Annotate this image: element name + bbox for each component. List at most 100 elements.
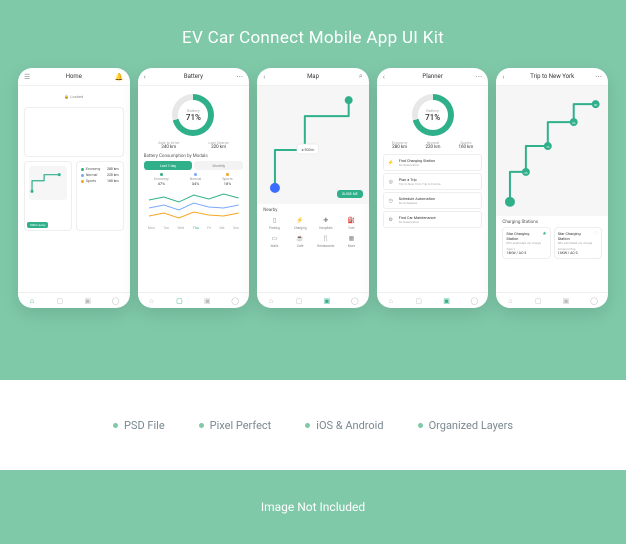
map-view[interactable]: ◂ 500m GUIDE ME bbox=[257, 86, 369, 204]
range-last7-pill[interactable]: Last 7 day bbox=[144, 161, 193, 170]
bottom-nav: ⌂ ▢ ▣ ◯ bbox=[377, 292, 489, 308]
stat-value: 280 km bbox=[392, 145, 408, 150]
battery-donut-chart: Battery 71% bbox=[172, 94, 214, 136]
nearby-parking[interactable]: ▯Parking bbox=[263, 215, 286, 230]
screen-title: Trip to New York bbox=[530, 73, 574, 80]
back-icon[interactable]: ‹ bbox=[144, 73, 146, 81]
heart-icon[interactable]: ♡ bbox=[594, 231, 598, 237]
nearby-fuel[interactable]: ⛽Fuel bbox=[340, 215, 363, 230]
stat-value: 160 km bbox=[458, 145, 473, 150]
nearby-cafe[interactable]: ☕Cafe bbox=[289, 233, 312, 248]
planner-item-schedule[interactable]: ◷Schedule AutomationNo Schedules bbox=[383, 192, 483, 209]
stat-value: 220 km bbox=[425, 145, 440, 150]
nav-battery-icon[interactable]: ▢ bbox=[174, 296, 184, 306]
nav-profile-icon[interactable]: ◯ bbox=[469, 296, 479, 306]
section-title: Battery Consumption by Modals bbox=[144, 154, 244, 159]
screen-header: ☰ Home 🔔 bbox=[18, 68, 130, 86]
charging-station-card[interactable]: ★ Star Charging Station 88% estimated ca… bbox=[502, 227, 550, 259]
nav-map-icon[interactable]: ▣ bbox=[322, 296, 332, 306]
planner-item-maintenance[interactable]: ⚙Find Car MaintenanceNo Reservation bbox=[383, 211, 483, 228]
bullet-icon bbox=[199, 423, 204, 428]
bullet-icon bbox=[305, 423, 310, 428]
back-icon[interactable]: ‹ bbox=[263, 73, 265, 81]
bullet-icon bbox=[418, 423, 423, 428]
bottom-nav: ⌂ ▢ ▣ ◯ bbox=[18, 292, 130, 308]
consumption-line-chart bbox=[144, 188, 244, 224]
screen-home: ☰ Home 🔔 🔒 Locked bbox=[18, 68, 130, 308]
nearby-hospitals[interactable]: ✚Hospitals bbox=[315, 215, 338, 230]
fuel-icon: ⛽ bbox=[346, 215, 356, 225]
screen-title: Home bbox=[66, 73, 82, 80]
nav-home-icon[interactable]: ⌂ bbox=[27, 296, 37, 306]
lock-status[interactable]: 🔒 Locked bbox=[24, 90, 124, 103]
section-title: Nearby bbox=[263, 208, 363, 213]
nav-profile-icon[interactable]: ◯ bbox=[589, 296, 599, 306]
nav-profile-icon[interactable]: ◯ bbox=[111, 296, 121, 306]
svg-text:2h: 2h bbox=[594, 103, 598, 107]
hospital-icon: ✚ bbox=[321, 215, 331, 225]
charging-icon: ⚡ bbox=[387, 159, 395, 167]
planner-item-charging[interactable]: ⚡Find Charging StationNo Reservation bbox=[383, 154, 483, 171]
stat-value: 340 km bbox=[158, 145, 179, 150]
range-monthly-pill[interactable]: Monthly bbox=[194, 161, 243, 170]
guide-me-button[interactable]: GUIDE ME bbox=[337, 190, 363, 198]
screen-header: ‹ Battery ⋯ bbox=[138, 68, 250, 86]
mode-value: 160 km bbox=[107, 179, 119, 183]
parking-icon: ▯ bbox=[270, 215, 280, 225]
map-preview-card[interactable]: 500m away bbox=[24, 161, 72, 231]
svg-text:3h: 3h bbox=[572, 121, 576, 125]
nav-home-icon[interactable]: ⌂ bbox=[147, 296, 157, 306]
nav-map-icon[interactable]: ▣ bbox=[83, 296, 93, 306]
trip-map-view[interactable]: 2h 1h 3h 2h bbox=[496, 86, 608, 216]
bottom-nav: ⌂ ▢ ▣ ◯ bbox=[138, 292, 250, 308]
search-icon[interactable]: ⌕ bbox=[359, 72, 363, 81]
wrench-icon: ⚙ bbox=[387, 216, 395, 224]
star-icon[interactable]: ★ bbox=[542, 231, 546, 237]
legend-value: 34% bbox=[190, 181, 202, 186]
screen-title: Planner bbox=[422, 73, 442, 80]
back-icon[interactable]: ‹ bbox=[502, 73, 504, 81]
day-label: Thu bbox=[193, 226, 199, 230]
bottom-nav: ⌂ ▢ ▣ ◯ bbox=[496, 292, 608, 308]
day-label: Mon bbox=[148, 226, 155, 230]
battery-donut-chart: Battery 71% bbox=[412, 94, 454, 136]
nav-planner-icon[interactable]: ▣ bbox=[442, 296, 452, 306]
more-icon[interactable]: ⋯ bbox=[236, 73, 243, 81]
nav-profile-icon[interactable]: ◯ bbox=[230, 296, 240, 306]
hero-band: EV Car Connect Mobile App UI Kit ☰ Home … bbox=[0, 0, 626, 380]
feature-item: Organized Layers bbox=[418, 419, 513, 432]
back-icon[interactable]: ‹ bbox=[383, 73, 385, 81]
nearby-restaurants[interactable]: 🍴Restaurants bbox=[315, 233, 338, 248]
bell-icon[interactable]: 🔔 bbox=[115, 73, 124, 81]
cafe-icon: ☕ bbox=[295, 233, 305, 243]
more-icon[interactable]: ⋯ bbox=[475, 73, 482, 81]
more-icon[interactable]: ⋯ bbox=[595, 73, 602, 81]
nav-battery-icon[interactable]: ▢ bbox=[414, 296, 424, 306]
nav-profile-icon[interactable]: ◯ bbox=[350, 296, 360, 306]
feature-item: PSD File bbox=[113, 419, 165, 432]
screen-header: ‹ Map ⌕ bbox=[257, 68, 369, 86]
svg-text:◂ 500m: ◂ 500m bbox=[301, 147, 315, 152]
nav-map-icon[interactable]: ▣ bbox=[561, 296, 571, 306]
screen-planner: ‹ Planner ⋯ Battery 71% Economy280 km No… bbox=[377, 68, 489, 308]
svg-text:1h: 1h bbox=[547, 145, 551, 149]
nearby-more[interactable]: ▦More bbox=[340, 233, 363, 248]
features-row: PSD File Pixel Perfect iOS & Android Org… bbox=[0, 380, 626, 470]
nav-home-icon[interactable]: ⌂ bbox=[505, 296, 515, 306]
nav-battery-icon[interactable]: ▢ bbox=[533, 296, 543, 306]
nav-home-icon[interactable]: ⌂ bbox=[386, 296, 396, 306]
nav-home-icon[interactable]: ⌂ bbox=[266, 296, 276, 306]
nearby-charging[interactable]: ⚡Charging bbox=[289, 215, 312, 230]
mode-label: Normal bbox=[86, 173, 98, 177]
nav-map-icon[interactable]: ▣ bbox=[202, 296, 212, 306]
menu-icon[interactable]: ☰ bbox=[24, 73, 30, 81]
nav-battery-icon[interactable]: ▢ bbox=[294, 296, 304, 306]
nearby-malls[interactable]: ▭Malls bbox=[263, 233, 286, 248]
screen-header: ‹ Planner ⋯ bbox=[377, 68, 489, 86]
drive-modes-card[interactable]: Economy280 km Normal220 km Sports160 km bbox=[76, 161, 124, 231]
mode-value: 280 km bbox=[107, 167, 119, 171]
charging-station-card[interactable]: ♡ Star Charging Station 88% estimated ca… bbox=[554, 227, 602, 259]
planner-item-trip[interactable]: ◎Plan a TripTrip to New York, Trip to Fl… bbox=[383, 173, 483, 190]
nav-battery-icon[interactable]: ▢ bbox=[55, 296, 65, 306]
screen-trip: ‹ Trip to New York ⋯ 2h 1h 3h 2h Ch bbox=[496, 68, 608, 308]
